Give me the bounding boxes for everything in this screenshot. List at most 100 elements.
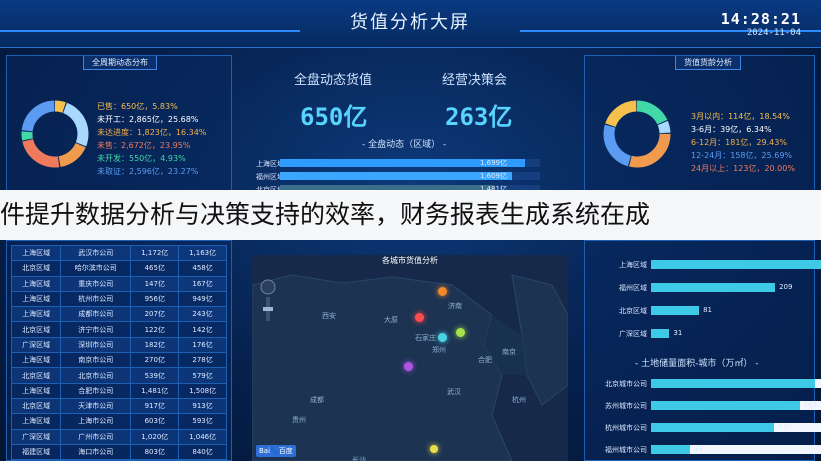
table-row[interactable]: 上海区域 武汉市公司 1,172亿 1,163亿 <box>10 244 227 262</box>
table-row[interactable]: 福建区域 海口市公司 803亿 840亿 <box>10 443 227 461</box>
lifecycle-panel-tag: 全周期动态分布 <box>83 56 157 70</box>
clock-date: 2024-11-04 <box>746 28 801 38</box>
bar[interactable] <box>651 306 700 315</box>
table-cell: 840亿 <box>178 443 227 461</box>
table-row[interactable]: 北京区域 天津市公司 917亿 913亿 <box>10 397 227 415</box>
baidu-logo: Bai🐾百度 <box>256 445 296 457</box>
bar-value: 43 <box>693 445 703 453</box>
page-title: 货值分析大屏 <box>350 12 470 33</box>
bar[interactable] <box>651 423 775 432</box>
legend-item: 3-6月：39亿，6.34% <box>691 125 772 134</box>
header-left-line <box>0 30 300 32</box>
table-cell: 上海区域 <box>10 275 62 292</box>
table-row[interactable]: 北京区域 哈尔滨市公司 465亿 458亿 <box>10 260 227 277</box>
map-point[interactable] <box>456 328 465 337</box>
region-bar-value: 1,609亿 <box>479 172 507 180</box>
table-cell: 武汉市公司 <box>60 244 132 262</box>
bar[interactable] <box>651 283 776 292</box>
bar[interactable] <box>651 329 670 338</box>
bar-label: 杭州城市公司 <box>605 424 647 432</box>
legend-item: 未取证：2,596亿，23.27% <box>97 167 199 176</box>
bar-label: 北京城市公司 <box>605 380 647 388</box>
map-city-label: 济南 <box>448 302 462 310</box>
table-row[interactable]: 上海区域 重庆市公司 147亿 167亿 <box>10 275 227 292</box>
legend-item: 未售：2,672亿，23.95% <box>97 141 191 150</box>
table-cell: 北京市公司 <box>60 367 132 384</box>
table-cell: 上海区域 <box>10 382 62 399</box>
table-row[interactable]: 上海区域 成都市公司 207亿 243亿 <box>10 306 227 323</box>
table-row[interactable]: 广深区域 深圳市公司 182亿 176亿 <box>10 336 227 354</box>
map-city-label: 南京 <box>502 348 516 356</box>
region-dynamic-title: - 全盘动态（区域） - <box>362 140 447 150</box>
table-cell: 济宁市公司 <box>60 321 132 338</box>
bar[interactable] <box>651 401 800 410</box>
legend-item: 24月以上：123亿，20.00% <box>691 164 795 173</box>
table-row[interactable]: 广深区域 广州市公司 1,020亿 1,046亿 <box>10 428 227 445</box>
land-reserve-panel: 上海区域299福州区域209北京区域81广深区域31 - 土地储量面积-城市（万… <box>584 240 821 461</box>
city-map[interactable]: 各城市货值分析 大原 济南 石家庄 郑州 南京 合肥 武汉 成都 西安 长沙 贵州 杭州 Bai🐾百度 <box>252 255 568 461</box>
map-city-label: 西安 <box>322 312 336 320</box>
table-cell: 南京市公司 <box>60 352 132 369</box>
map-point[interactable] <box>438 333 447 342</box>
legend-item: 12-24月：158亿，25.69% <box>691 151 793 160</box>
bar-value: 165 <box>803 401 817 409</box>
region-bar-track: 1,609亿 <box>280 172 540 180</box>
city-value-table-panel: 上海区域 武汉市公司 1,172亿 1,163亿 北京区域 哈尔滨市公司 465亿 458亿上… <box>6 240 232 461</box>
table-cell: 176亿 <box>178 336 227 354</box>
bar[interactable] <box>651 260 821 269</box>
table-cell: 593亿 <box>178 413 227 430</box>
table-cell: 福建区域 <box>10 443 62 461</box>
table-cell: 167亿 <box>178 275 227 292</box>
table-cell: 1,020亿 <box>130 428 180 445</box>
map-city-label: 合肥 <box>478 356 492 364</box>
table-cell: 956亿 <box>130 290 180 308</box>
table-cell: 上海区域 <box>10 290 62 308</box>
map-point[interactable] <box>438 287 447 296</box>
bar-value: 81 <box>703 306 713 314</box>
map-zoom-control[interactable] <box>260 279 276 323</box>
map-point[interactable] <box>415 313 424 322</box>
table-cell: 上海市公司 <box>60 413 132 430</box>
table-cell: 北京区域 <box>10 367 62 384</box>
table-row[interactable]: 上海区域 杭州市公司 956亿 949亿 <box>10 290 227 308</box>
table-cell: 北京区域 <box>10 397 62 415</box>
aging-donut <box>603 100 671 168</box>
table-cell: 147亿 <box>130 275 180 292</box>
legend-item: 未开工：2,865亿，25.68% <box>97 115 199 124</box>
legend-item: 未达进度：1,823亿，16.34% <box>97 128 207 137</box>
table-cell: 合肥市公司 <box>60 382 132 399</box>
bar-label: 苏州城市公司 <box>605 402 647 410</box>
table-row[interactable]: 北京区域 北京市公司 539亿 579亿 <box>10 367 227 384</box>
table-row[interactable]: 上海区域 合肥市公司 1,481亿 1,508亿 <box>10 382 227 399</box>
bar[interactable] <box>651 445 690 454</box>
table-cell: 913亿 <box>178 397 227 415</box>
region-bar-value: 1,699亿 <box>479 159 507 167</box>
city-value-table: 上海区域 武汉市公司 1,172亿 1,163亿 北京区域 哈尔滨市公司 465亿 458亿上… <box>10 244 227 461</box>
table-cell: 北京区域 <box>10 260 62 277</box>
map-title: 各城市货值分析 <box>382 256 438 265</box>
region-bar[interactable] <box>280 172 513 180</box>
bar-label: 福州区域 <box>619 284 647 292</box>
clock-time: 14:28:21 <box>720 10 801 28</box>
bar-label: 上海区域 <box>619 261 647 269</box>
table-cell: 海口市公司 <box>60 443 132 461</box>
bar[interactable] <box>651 379 815 388</box>
table-cell: 122亿 <box>130 321 180 338</box>
land-city-title: - 土地储量面积-城市（万㎡） - <box>635 359 759 369</box>
table-cell: 深圳市公司 <box>60 336 132 354</box>
table-cell: 465亿 <box>130 260 180 277</box>
map-land <box>252 274 568 461</box>
map-city-label: 郑州 <box>432 346 446 354</box>
table-cell: 270亿 <box>130 352 180 369</box>
table-cell: 1,046亿 <box>178 428 227 445</box>
table-cell: 539亿 <box>130 367 180 384</box>
table-cell: 天津市公司 <box>60 397 132 415</box>
table-row[interactable]: 上海区域 南京市公司 270亿 278亿 <box>10 352 227 369</box>
table-cell: 182亿 <box>130 336 180 354</box>
map-city-label: 武汉 <box>447 388 461 396</box>
table-row[interactable]: 北京区域 济宁市公司 122亿 142亿 <box>10 321 227 338</box>
map-point[interactable] <box>430 445 438 453</box>
map-point[interactable] <box>404 362 413 371</box>
table-cell: 603亿 <box>130 413 180 430</box>
table-row[interactable]: 上海区域 上海市公司 603亿 593亿 <box>10 413 227 430</box>
